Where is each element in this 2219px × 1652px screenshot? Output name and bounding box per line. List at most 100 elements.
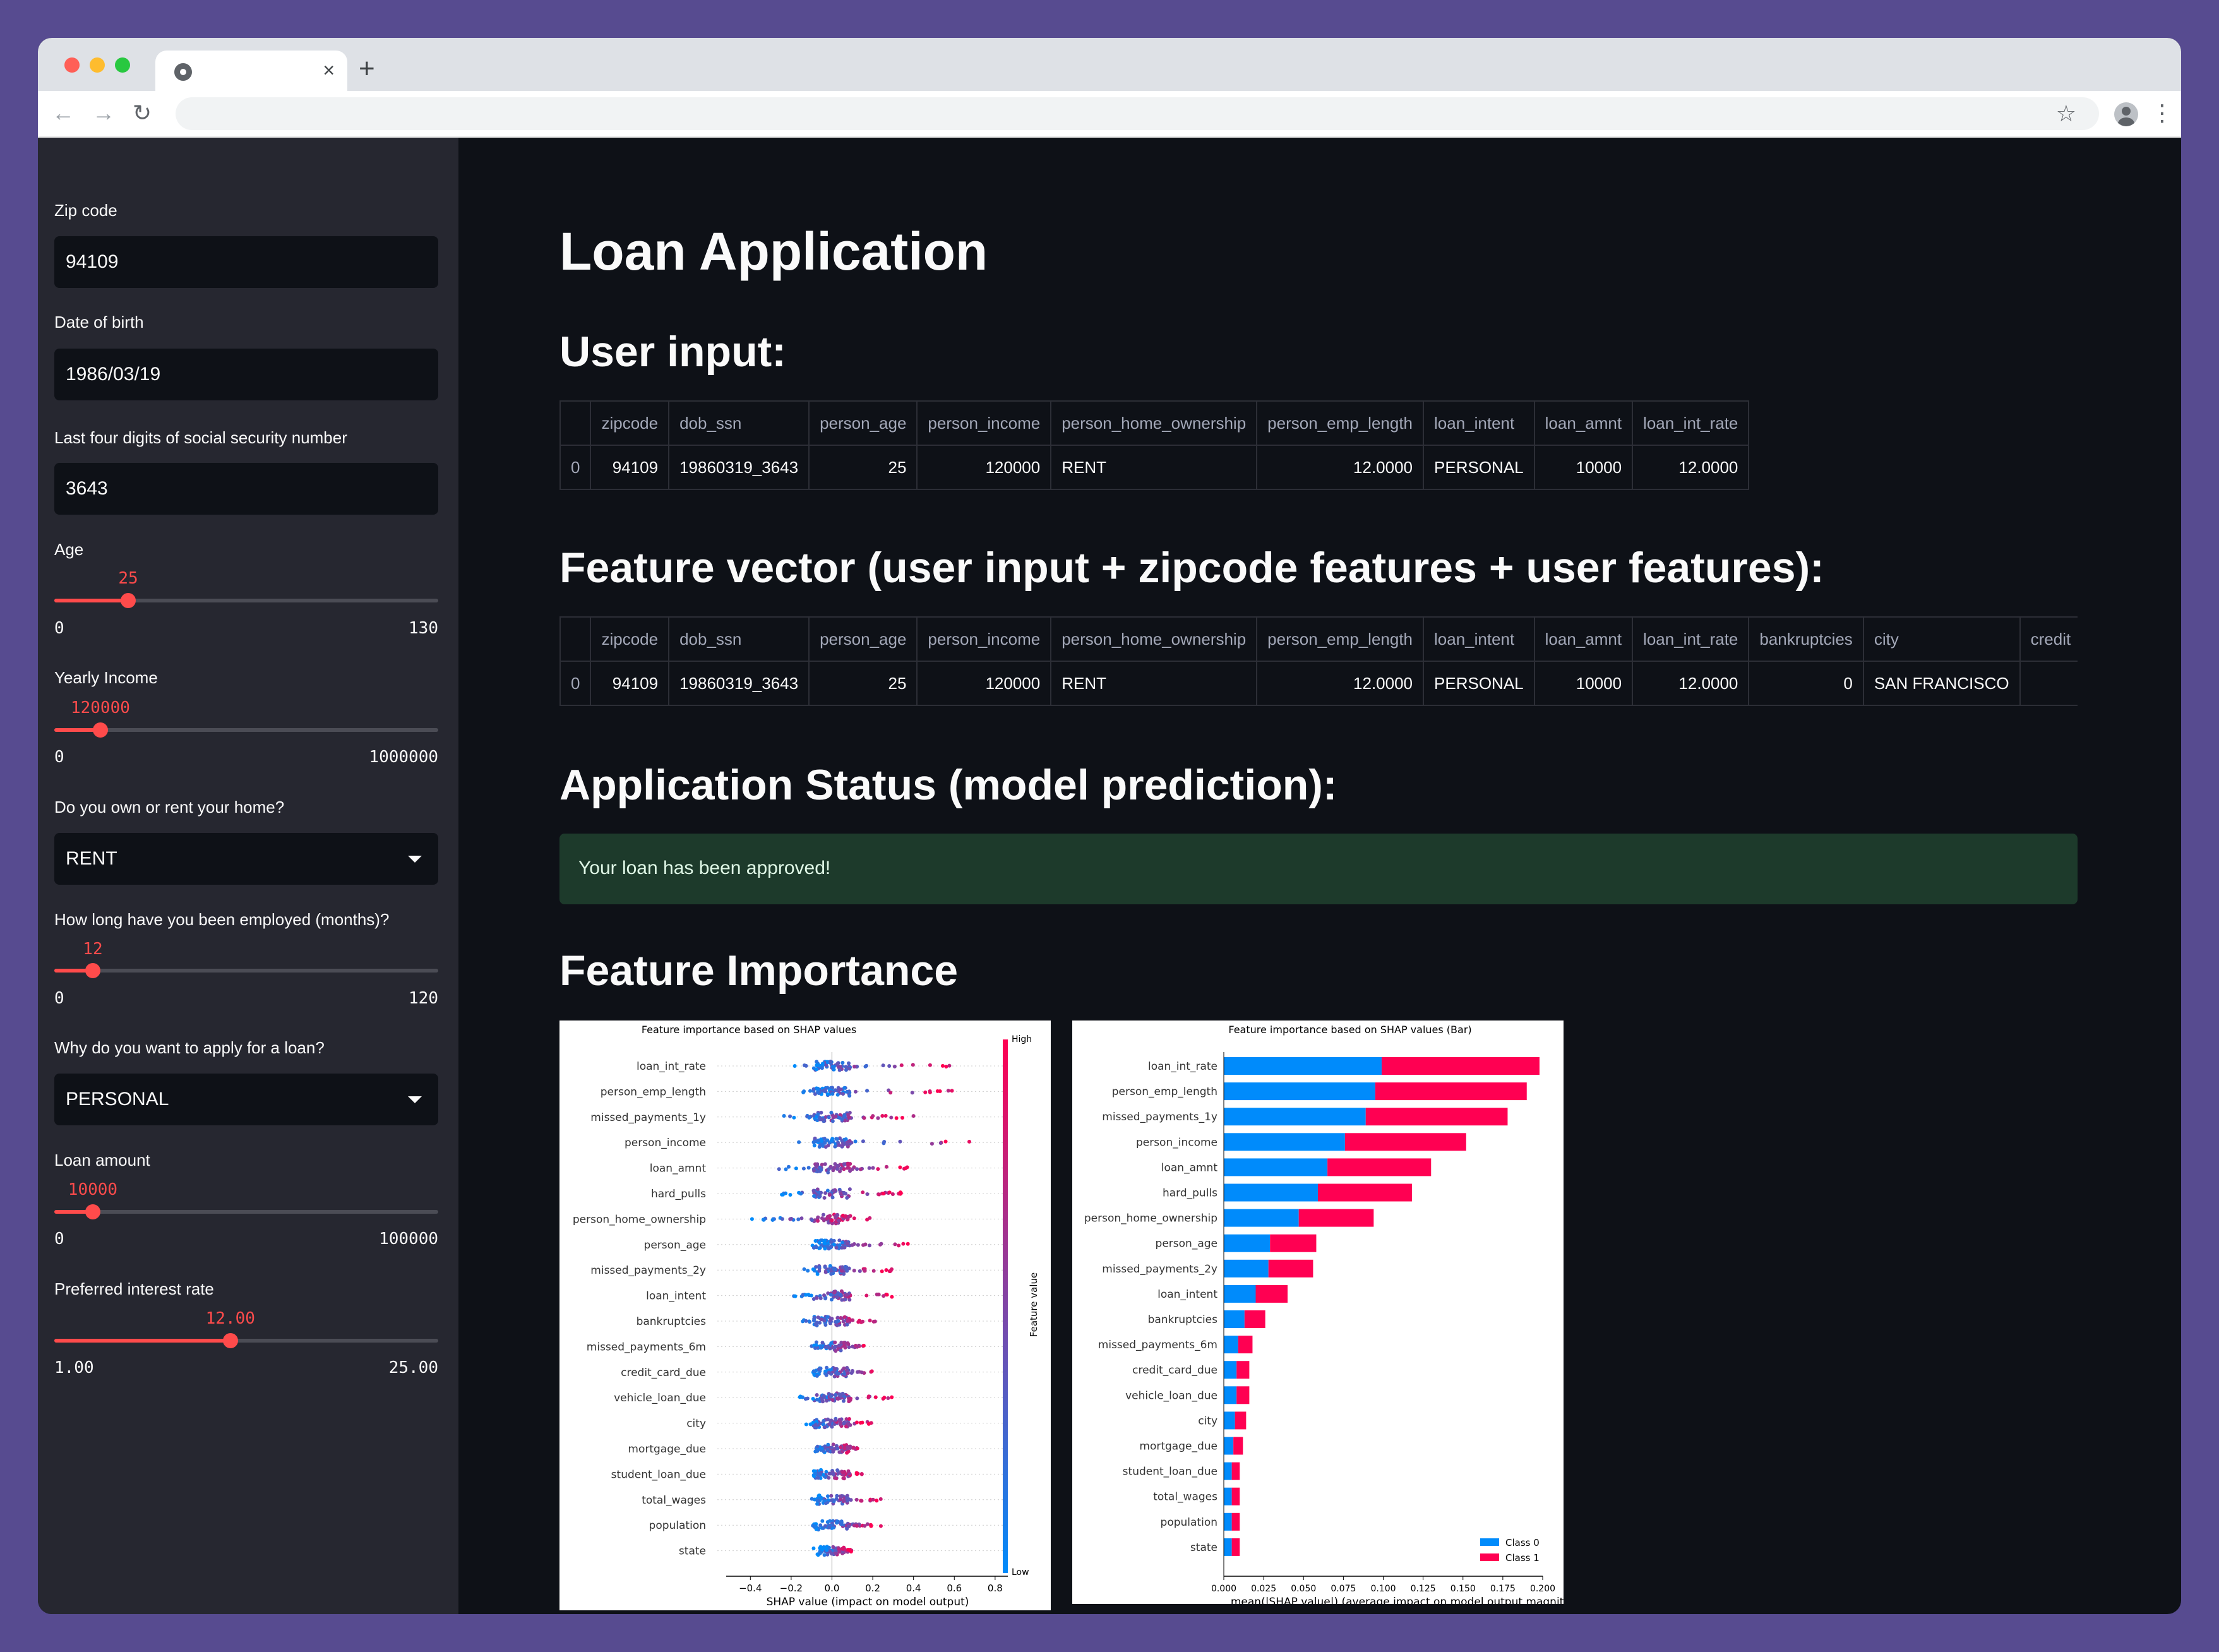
shap-point <box>818 1523 823 1528</box>
colorbar-high-label: High <box>1012 1034 1032 1044</box>
home-select[interactable]: RENT <box>54 833 438 885</box>
shap-point <box>842 1086 847 1090</box>
shap-point <box>900 1116 904 1120</box>
feature-label: loan_intent <box>646 1290 706 1303</box>
shap-point <box>830 1425 834 1429</box>
column-header[interactable]: person_home_ownership <box>1050 616 1258 662</box>
bar-class-0 <box>1224 1234 1271 1252</box>
column-header[interactable] <box>559 616 592 662</box>
shap-point <box>845 1195 849 1200</box>
intent-select[interactable]: PERSONAL <box>54 1074 438 1125</box>
shap-point <box>820 1062 825 1066</box>
employed-slider-thumb[interactable] <box>85 963 100 978</box>
column-header[interactable]: loan_int_rate <box>1632 400 1750 446</box>
column-header[interactable]: zipcode <box>590 400 670 446</box>
column-header[interactable]: loan_intent <box>1423 400 1535 446</box>
shap-point <box>829 1244 834 1248</box>
address-bar[interactable]: ☆ <box>176 97 2099 130</box>
x-axis-label: mean(|SHAP value|) (average impact on mo… <box>1231 1596 1564 1604</box>
shap-point <box>836 1319 840 1323</box>
column-header[interactable]: loan_amnt <box>1533 616 1634 662</box>
shap-point <box>838 1087 842 1092</box>
close-window-button[interactable] <box>64 57 80 73</box>
employed-slider[interactable] <box>54 963 438 978</box>
amount-slider-thumb[interactable] <box>85 1204 100 1219</box>
profile-avatar-icon[interactable] <box>2114 102 2138 126</box>
colorbar-low-label: Low <box>1012 1567 1029 1577</box>
column-header[interactable]: bankruptcies <box>1748 616 1864 662</box>
shap-point <box>820 1519 825 1523</box>
shap-point <box>831 1545 835 1549</box>
shap-point <box>815 1374 819 1378</box>
rate-slider-thumb[interactable] <box>222 1333 238 1348</box>
shap-point <box>880 1269 884 1274</box>
column-header[interactable]: credit <box>2019 616 2078 662</box>
shap-point <box>890 1192 895 1196</box>
income-slider-thumb[interactable] <box>92 722 108 738</box>
shap-point <box>825 1315 830 1319</box>
age-slider[interactable] <box>54 593 438 608</box>
column-header[interactable] <box>559 400 592 446</box>
age-slider-value: 25 <box>118 569 138 588</box>
bar-class-1 <box>1344 1133 1466 1151</box>
column-header[interactable]: loan_int_rate <box>1632 616 1750 662</box>
amount-slider[interactable] <box>54 1204 438 1219</box>
reload-icon[interactable]: ↻ <box>133 99 152 128</box>
column-header[interactable]: person_age <box>808 400 918 446</box>
x-axis-label: SHAP value (impact on model output) <box>767 1596 969 1608</box>
column-header[interactable]: loan_amnt <box>1533 400 1634 446</box>
zip-input[interactable]: 94109 <box>54 236 438 288</box>
column-header[interactable]: dob_ssn <box>668 616 810 662</box>
age-slider-thumb[interactable] <box>120 593 136 608</box>
shap-point <box>814 1067 818 1072</box>
column-header[interactable]: person_emp_length <box>1256 616 1425 662</box>
dob-input[interactable]: 1986/03/19 <box>54 349 438 400</box>
age-label: Age <box>54 540 84 559</box>
shap-point <box>880 1114 885 1118</box>
minimize-window-button[interactable] <box>90 57 105 73</box>
shap-point <box>844 1068 848 1072</box>
column-header[interactable]: zipcode <box>590 616 670 662</box>
column-header[interactable]: person_income <box>916 400 1052 446</box>
bar-class-1 <box>1231 1512 1240 1531</box>
feature-table-scroll[interactable]: zipcode dob_ssn person_age person_income per… <box>559 616 2078 709</box>
column-header[interactable]: loan_intent <box>1423 616 1535 662</box>
shap-point <box>884 1268 888 1272</box>
category-label: credit_card_due <box>1132 1364 1217 1377</box>
column-header[interactable]: person_income <box>916 616 1052 662</box>
shap-point <box>843 1297 847 1302</box>
user-input-table: zipcode dob_ssn person_age person_income per… <box>559 400 1750 490</box>
bookmark-star-icon[interactable]: ☆ <box>2056 101 2076 126</box>
new-tab-icon[interactable]: + <box>359 53 375 85</box>
close-tab-icon[interactable]: × <box>323 59 335 81</box>
maximize-window-button[interactable] <box>115 57 130 73</box>
table-cell: 94109 <box>590 445 670 490</box>
column-header[interactable]: person_age <box>808 616 918 662</box>
category-label: city <box>1198 1415 1217 1427</box>
browser-tab[interactable]: × <box>155 51 347 91</box>
bar-class-1 <box>1298 1209 1374 1227</box>
rate-slider[interactable] <box>54 1333 438 1348</box>
ssn-input[interactable]: 3643 <box>54 463 438 515</box>
shap-point <box>806 1269 810 1273</box>
shap-point <box>855 1370 859 1374</box>
income-slider[interactable] <box>54 722 438 738</box>
shap-point <box>827 1370 831 1375</box>
shap-point <box>829 1552 834 1556</box>
shap-point <box>840 1470 845 1475</box>
kebab-menu-icon[interactable]: ⋮ <box>2151 99 2174 128</box>
shap-point <box>817 1265 822 1269</box>
income-min: 0 <box>54 748 64 767</box>
back-icon[interactable]: ← <box>52 99 75 128</box>
bar-class-0 <box>1224 1336 1238 1354</box>
column-header[interactable]: city <box>1862 616 2021 662</box>
shap-point <box>843 1346 847 1350</box>
dob-label: Date of birth <box>54 313 144 332</box>
bar-class-1 <box>1268 1259 1313 1278</box>
forward-icon[interactable]: → <box>92 99 115 128</box>
shap-point <box>822 1394 826 1398</box>
column-header[interactable]: person_emp_length <box>1256 400 1425 446</box>
column-header[interactable]: person_home_ownership <box>1050 400 1258 446</box>
shap-point <box>823 1270 828 1274</box>
column-header[interactable]: dob_ssn <box>668 400 810 446</box>
